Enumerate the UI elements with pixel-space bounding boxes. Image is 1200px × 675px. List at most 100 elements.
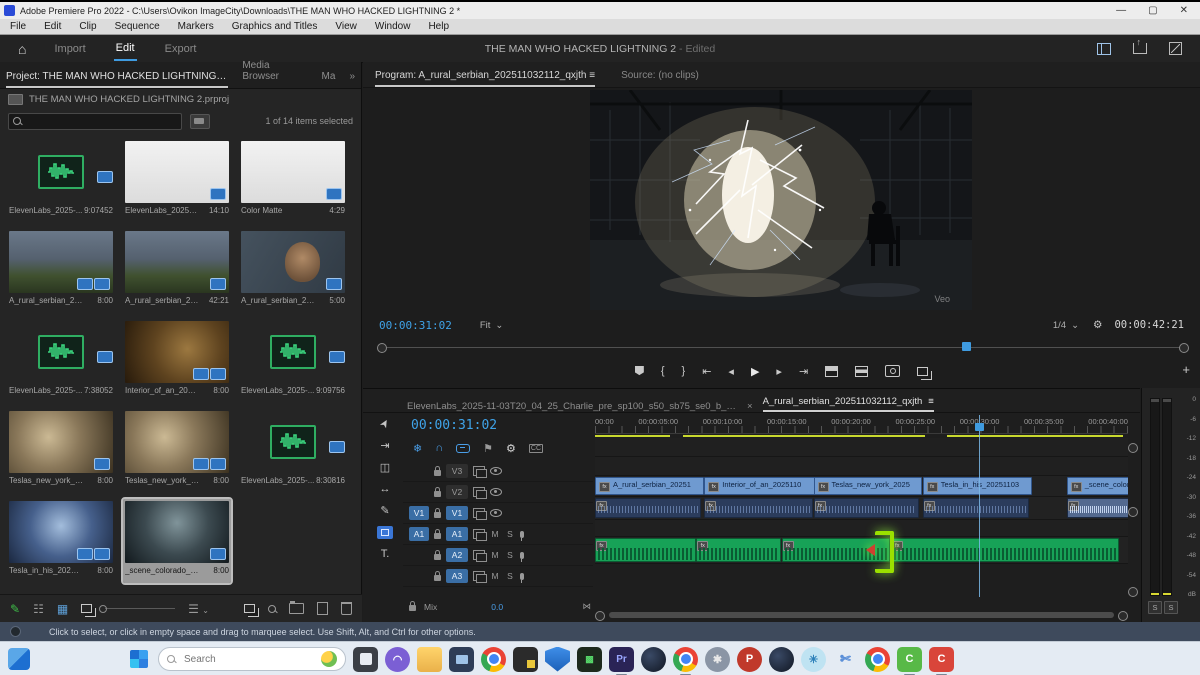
sync-lock-icon[interactable] — [473, 487, 485, 497]
project-item[interactable]: ElevenLabs_2025-11-...14:10 — [123, 139, 231, 223]
project-item[interactable]: Color Matte4:29 — [239, 139, 347, 223]
timeline-settings-icon[interactable]: ⚙ — [506, 442, 516, 455]
resolution-dropdown[interactable]: 1/4⌄ — [1053, 320, 1079, 331]
solo-button[interactable]: S — [505, 571, 515, 581]
timeline-clip-audio[interactable]: fx — [923, 498, 1029, 518]
breadcrumb-project-name[interactable]: THE MAN WHO HACKED LIGHTNING 2.prproj — [29, 94, 229, 105]
track-a1-button[interactable]: A1 — [446, 527, 468, 541]
camtasia-recorder-icon[interactable]: C — [929, 647, 954, 672]
menu-markers[interactable]: Markers — [178, 21, 214, 32]
voiceover-mic-icon[interactable] — [520, 531, 524, 538]
terminal-icon[interactable]: ▩ — [577, 647, 602, 672]
solo-right-button[interactable]: S — [1164, 601, 1178, 614]
settings-wrench-icon[interactable]: ⚙ — [1093, 319, 1102, 331]
track-v3-lane[interactable] — [595, 438, 1128, 457]
project-item[interactable]: Interior_of_an_202511...8:00 — [123, 319, 231, 403]
timeline-marker-icon[interactable]: ⚑ — [483, 442, 493, 455]
track-v2-lane[interactable] — [595, 457, 1128, 476]
play-button[interactable]: ▶ — [751, 365, 759, 378]
project-item[interactable]: A_rural_serbian_2025...5:00 — [239, 229, 347, 313]
selection-tool[interactable]: ➤ — [377, 416, 393, 430]
program-playhead[interactable] — [962, 342, 971, 351]
fit-timeline-icon[interactable]: ⋈ — [583, 601, 592, 612]
lock-icon[interactable] — [434, 533, 441, 539]
project-item[interactable]: ElevenLabs_2025-...9:07452 — [7, 139, 115, 223]
project-item[interactable]: A_rural_serbian_202...42:21 — [123, 229, 231, 313]
track-output-eye-icon[interactable] — [490, 509, 502, 517]
step-forward-icon[interactable]: ▸ — [776, 365, 782, 378]
timeline-clip-video[interactable]: fxTesla_in_his_20251103 — [923, 477, 1032, 495]
add-marker-icon[interactable] — [635, 366, 644, 377]
timeline-clip-music[interactable]: fx — [891, 538, 1120, 562]
vscroll-handle[interactable] — [1128, 587, 1138, 597]
timeline-clip-audio[interactable]: fx — [595, 498, 701, 518]
timeline-playhead-line[interactable] — [979, 415, 980, 597]
timeline-clip-music[interactable]: fx — [696, 538, 781, 562]
sort-icon[interactable]: ☰ ⌄ — [188, 602, 209, 616]
program-timecode[interactable]: 00:00:31:02 — [379, 319, 452, 332]
scrub-zoom-handle-left[interactable] — [377, 343, 387, 353]
project-item[interactable]: ElevenLabs_2025-...7:38052 — [7, 319, 115, 403]
sync-lock-icon[interactable] — [473, 571, 485, 581]
widgets-icon[interactable] — [8, 648, 30, 670]
timeline-clip-audio[interactable]: fx — [704, 498, 813, 518]
scrub-zoom-handle-right[interactable] — [1179, 343, 1189, 353]
solo-button[interactable]: S — [505, 550, 515, 560]
extract-icon[interactable] — [855, 366, 868, 377]
timeline-clip-audio[interactable]: fx — [814, 498, 920, 518]
defender-shield-icon[interactable] — [545, 647, 570, 672]
timeline-playhead[interactable] — [975, 423, 984, 431]
source-a1-button[interactable]: A1 — [409, 527, 429, 541]
project-item[interactable]: Tesla_in_his_2025110...8:00 — [7, 499, 115, 583]
notepad-icon[interactable] — [513, 647, 538, 672]
project-item[interactable]: ElevenLabs_2025-...9:09756 — [239, 319, 347, 403]
track-a1-lane[interactable]: fx fx fx fx fx — [595, 497, 1128, 520]
mark-in-icon[interactable]: { — [661, 365, 665, 377]
hscroll-handle-left[interactable] — [595, 611, 605, 621]
track-v1-lane[interactable]: fxA_rural_serbian_20251 fxInterior_of_an… — [595, 476, 1128, 497]
project-search-input[interactable] — [8, 113, 182, 130]
track-a2-button[interactable]: A2 — [446, 548, 468, 562]
tab-source-monitor[interactable]: Source: (no clips) — [621, 70, 699, 87]
voiceover-mic-icon[interactable] — [520, 552, 524, 559]
track-v1-button[interactable]: V1 — [446, 506, 468, 520]
panel-menu-icon[interactable]: ≡ — [589, 70, 595, 81]
mute-button[interactable]: M — [490, 529, 500, 539]
mute-button[interactable]: M — [490, 571, 500, 581]
project-item[interactable]: Teslas_new_york_202...8:00 — [7, 409, 115, 493]
snip-tool-icon[interactable]: ✄ — [833, 647, 858, 672]
track-a3-lane[interactable]: fx fx fx fx — [595, 537, 1128, 564]
timeline-clip-video[interactable]: fxA_rural_serbian_20251 — [595, 477, 704, 495]
vscroll-handle[interactable] — [1128, 507, 1138, 517]
track-a2-lane[interactable] — [595, 520, 1128, 537]
delete-icon[interactable] — [341, 602, 352, 615]
solo-left-button[interactable]: S — [1148, 601, 1162, 614]
menu-graphics-titles[interactable]: Graphics and Titles — [232, 21, 318, 32]
rectangle-tool-active[interactable] — [377, 526, 393, 539]
button-editor-icon[interactable]: + — [1182, 362, 1190, 377]
sphere-app-icon[interactable] — [769, 647, 794, 672]
track-select-tool[interactable]: ⇥ — [380, 439, 389, 452]
panel-menu-icon[interactable]: ≡ — [228, 71, 229, 82]
timeline-horizontal-scrollbar[interactable] — [595, 611, 1128, 619]
sync-lock-icon[interactable] — [473, 529, 485, 539]
sphere-app-icon[interactable] — [641, 647, 666, 672]
timeline-ruler[interactable]: 00:0000:00:05:00 00:00:10:0000:00:15:00 … — [595, 415, 1128, 426]
zoom-slider[interactable] — [105, 608, 175, 609]
minimize-button[interactable]: — — [1116, 5, 1126, 16]
mix-level-value[interactable]: 0.0 — [491, 602, 503, 612]
new-bin-icon[interactable] — [289, 603, 304, 614]
lock-icon[interactable] — [434, 491, 441, 497]
chrome-profile-icon[interactable] — [673, 647, 698, 672]
trim-in-cursor[interactable] — [875, 531, 894, 573]
chrome-badged-icon[interactable] — [865, 647, 890, 672]
teams-chat-icon[interactable]: ◠ — [385, 647, 410, 672]
task-view-icon[interactable] — [353, 647, 378, 672]
sync-lock-icon[interactable] — [473, 508, 485, 518]
program-scrubber[interactable] — [377, 342, 1189, 354]
taskbar-search-input[interactable] — [182, 653, 306, 666]
timeline-timecode[interactable]: 00:00:31:02 — [403, 415, 593, 433]
mute-button[interactable]: M — [490, 550, 500, 560]
menu-file[interactable]: File — [10, 21, 26, 32]
timeline-clip-video[interactable]: fx_scene_colorado — [1067, 477, 1128, 495]
